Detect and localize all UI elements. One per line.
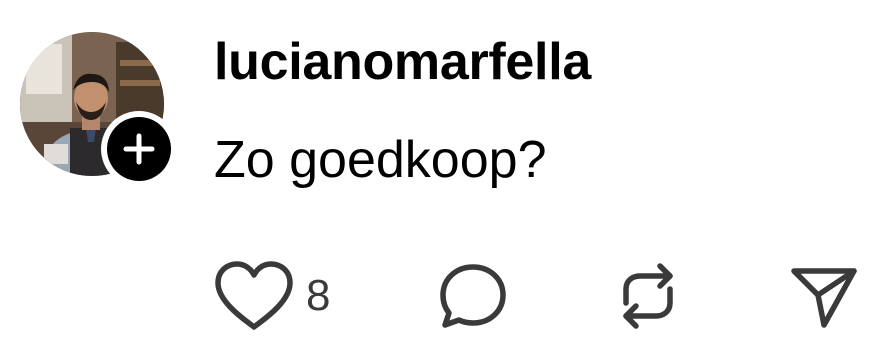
comment-text: Zo goedkoop? bbox=[214, 131, 547, 189]
action-bar: 8 bbox=[0, 256, 890, 336]
avatar-container bbox=[20, 32, 177, 187]
like-count: 8 bbox=[306, 271, 331, 320]
comment-post: lucianomarfella Zo goedkoop? 8 bbox=[0, 0, 890, 352]
username[interactable]: lucianomarfella bbox=[214, 30, 591, 94]
heart-icon bbox=[215, 261, 293, 330]
like-button[interactable]: 8 bbox=[212, 256, 330, 336]
follow-badge-fill bbox=[107, 117, 171, 181]
share-button[interactable] bbox=[788, 256, 860, 336]
repost-arrows-icon bbox=[623, 263, 673, 329]
follow-button[interactable] bbox=[101, 111, 177, 187]
speech-bubble-icon bbox=[440, 264, 506, 328]
reply-button[interactable] bbox=[436, 256, 510, 336]
plus-icon bbox=[123, 133, 155, 165]
paper-plane-icon bbox=[791, 268, 857, 328]
repost-button[interactable] bbox=[612, 256, 684, 336]
